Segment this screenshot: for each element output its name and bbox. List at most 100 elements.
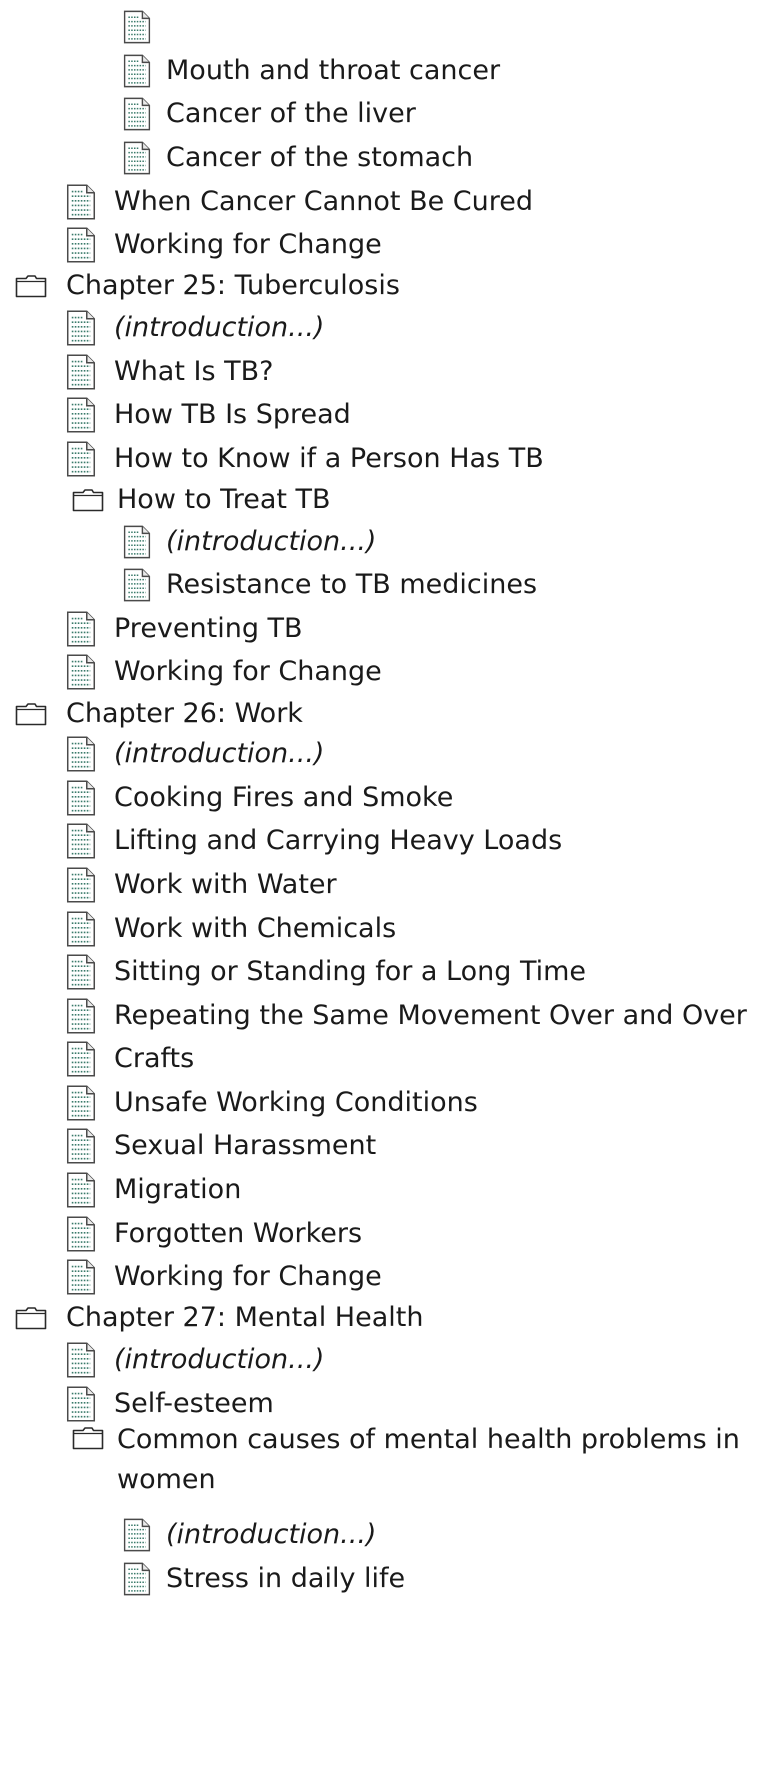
tree-document-item[interactable]: (introduction...) (0, 1338, 759, 1382)
tree-document-item[interactable]: (introduction...) (0, 520, 759, 564)
tree-item-label[interactable]: Cooking Fires and Smoke (114, 781, 453, 815)
document-icon (64, 866, 98, 904)
tree-document-item[interactable]: Sitting or Standing for a Long Time (0, 950, 759, 994)
tree-document-item[interactable]: Work with Water (0, 863, 759, 907)
tree-document-item[interactable]: (introduction...) (0, 1513, 759, 1557)
document-icon (64, 1215, 98, 1253)
document-icon (64, 735, 98, 773)
tree-document-item[interactable]: Repeating the Same Movement Over and Ove… (0, 994, 759, 1038)
document-icon (122, 140, 152, 176)
tree-item-label[interactable]: Common causes of mental health problems … (117, 1420, 747, 1500)
document-icon (122, 524, 152, 560)
document-icon (64, 1258, 98, 1296)
document-icon (64, 822, 98, 860)
tree-item-label[interactable]: Forgotten Workers (114, 1217, 362, 1251)
tree-document-item[interactable]: (introduction...) (0, 306, 759, 350)
tree-document-item[interactable]: Working for Change (0, 223, 759, 267)
tree-item-label[interactable]: How to Treat TB (117, 483, 331, 517)
tree-item-label[interactable]: Mouth and throat cancer (166, 54, 500, 88)
tree-document-item[interactable]: Crafts (0, 1037, 759, 1081)
document-icon (64, 1341, 98, 1379)
tree-item-label[interactable]: Chapter 26: Work (66, 697, 303, 731)
document-icon (122, 9, 152, 45)
tree-item-label[interactable]: Resistance to TB medicines (166, 568, 537, 602)
tree-item-label[interactable]: (introduction...) (114, 311, 324, 345)
tree-folder-item[interactable]: Chapter 26: Work (0, 694, 759, 734)
tree-folder-item[interactable]: Chapter 27: Mental Health (0, 1298, 759, 1338)
tree-item-label[interactable]: (introduction...) (166, 525, 376, 559)
tree-item-label[interactable]: What Is TB? (114, 355, 273, 389)
tree-document-item[interactable]: Unsafe Working Conditions (0, 1081, 759, 1125)
tree-item-label[interactable]: Lifting and Carrying Heavy Loads (114, 824, 562, 858)
tree-document-item[interactable]: Working for Change (0, 650, 759, 694)
tree-document-item[interactable]: Migration (0, 1168, 759, 1212)
document-icon (122, 96, 152, 132)
tree-item-label[interactable]: Crafts (114, 1042, 194, 1076)
tree-item-label[interactable]: Self-esteem (114, 1387, 274, 1421)
document-icon (64, 1084, 98, 1122)
tree-item-label[interactable]: Repeating the Same Movement Over and Ove… (114, 999, 747, 1033)
document-icon (64, 396, 98, 434)
folder-icon (71, 488, 105, 512)
tree-item-label[interactable]: Stress in daily life (166, 1562, 405, 1596)
tree-folder-item[interactable]: How to Treat TB (0, 480, 759, 520)
document-icon (122, 1561, 152, 1597)
document-icon (64, 953, 98, 991)
tree-item-label[interactable]: Cancer of the liver (166, 97, 416, 131)
document-icon (122, 567, 152, 603)
tree-document-item[interactable]: Cancer of the liver (0, 92, 759, 136)
tree-document-item[interactable]: Work with Chemicals (0, 907, 759, 951)
tree-document-item[interactable]: Mouth and throat cancer (0, 49, 759, 93)
tree-item-label[interactable]: Migration (114, 1173, 241, 1207)
tree-item-label[interactable]: Cancer of the stomach (166, 141, 473, 175)
tree-item-label[interactable]: How to Know if a Person Has TB (114, 442, 544, 476)
document-icon (122, 53, 152, 89)
tree-folder-item[interactable]: Common causes of mental health problems … (0, 1420, 759, 1512)
document-icon (64, 910, 98, 948)
tree-document-item[interactable]: Preventing TB (0, 607, 759, 651)
tree-document-item[interactable] (0, 5, 759, 49)
tree-document-item[interactable]: Forgotten Workers (0, 1212, 759, 1256)
tree-item-label[interactable]: Working for Change (114, 655, 382, 689)
tree-item-label[interactable]: Sexual Harassment (114, 1129, 376, 1163)
tree-document-item[interactable]: How to Know if a Person Has TB (0, 437, 759, 481)
document-icon (64, 226, 98, 264)
tree-item-label[interactable]: Preventing TB (114, 612, 303, 646)
tree-item-label[interactable]: (introduction...) (114, 1343, 324, 1377)
document-icon (64, 1127, 98, 1165)
document-icon (64, 353, 98, 391)
tree-item-label[interactable]: Unsafe Working Conditions (114, 1086, 478, 1120)
tree-document-item[interactable]: Working for Change (0, 1255, 759, 1299)
document-icon (64, 1040, 98, 1078)
document-icon (64, 309, 98, 347)
tree-document-item[interactable]: How TB Is Spread (0, 393, 759, 437)
tree-document-item[interactable]: When Cancer Cannot Be Cured (0, 180, 759, 224)
tree-item-label[interactable]: (introduction...) (166, 1518, 376, 1552)
tree-document-item[interactable]: Lifting and Carrying Heavy Loads (0, 819, 759, 863)
tree-document-item[interactable]: Cooking Fires and Smoke (0, 776, 759, 820)
tree-item-label[interactable]: (introduction...) (114, 737, 324, 771)
tree-item-label[interactable]: Work with Water (114, 868, 337, 902)
tree-document-item[interactable]: Sexual Harassment (0, 1124, 759, 1168)
tree-item-label[interactable]: Chapter 25: Tuberculosis (66, 269, 400, 303)
tree-item-label[interactable]: Work with Chemicals (114, 912, 396, 946)
folder-icon (14, 274, 48, 298)
tree-item-label[interactable]: When Cancer Cannot Be Cured (114, 185, 533, 219)
tree-item-label[interactable]: Sitting or Standing for a Long Time (114, 955, 586, 989)
document-icon (64, 1385, 98, 1423)
document-icon (64, 779, 98, 817)
tree-item-label[interactable]: Working for Change (114, 228, 382, 262)
tree-folder-item[interactable]: Chapter 25: Tuberculosis (0, 266, 759, 306)
tree-item-label[interactable]: How TB Is Spread (114, 398, 351, 432)
tree-item-label[interactable]: Working for Change (114, 1260, 382, 1294)
tree-document-item[interactable]: (introduction...) (0, 732, 759, 776)
document-icon (64, 1171, 98, 1209)
tree-document-item[interactable]: Cancer of the stomach (0, 136, 759, 180)
tree-item-label[interactable]: Chapter 27: Mental Health (66, 1301, 423, 1335)
document-icon (64, 183, 98, 221)
tree-document-item[interactable]: What Is TB? (0, 350, 759, 394)
folder-icon (71, 1426, 105, 1450)
tree-document-item[interactable]: Stress in daily life (0, 1557, 759, 1601)
tree-document-item[interactable]: Resistance to TB medicines (0, 563, 759, 607)
folder-icon (14, 1306, 48, 1330)
